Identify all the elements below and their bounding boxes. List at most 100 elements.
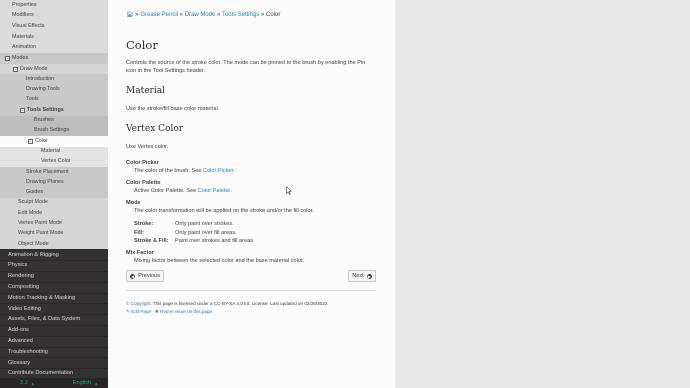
next-label: Next [352,273,364,279]
color-palette-link[interactable]: Color Palette [198,188,230,194]
material-description: Use the stroke/fill base color material. [126,106,220,112]
breadcrumb-separator: » [260,12,265,18]
sidebar-item-label: Troubleshooting [8,348,48,355]
color-picker-link[interactable]: Color Picker [203,168,233,174]
sidebar-item-label: Draw Mode [20,65,48,72]
sidebar-item-vertex-paint-mode[interactable]: Vertex Paint Mode [0,218,108,229]
section-heading-material: Material [126,86,165,96]
sidebar-item-label: Assets, Files, & Data System [8,316,81,323]
intro-paragraph: Controls the source of the stroke color.… [126,60,366,75]
sidebar-item-label: Video Editing [8,305,41,312]
sidebar-item-properties[interactable]: Properties [0,0,108,11]
sidebar-item-color[interactable]: − Color [0,136,108,147]
sidebar-item-drawing-planes[interactable]: Drawing Planes [0,177,108,188]
sidebar-item-troubleshooting[interactable]: Troubleshooting [0,346,108,358]
sidebar-item-label: Vertex Color [41,158,71,165]
sidebar-item-motion-tracking[interactable]: Motion Tracking & Masking [0,292,108,304]
sidebar-item-edit-mode[interactable]: Edit Mode [0,208,108,219]
sidebar-item-label: Add-ons [8,327,29,334]
sidebar-item-add-ons[interactable]: Add-ons [0,325,108,336]
sidebar-item-rendering[interactable]: Rendering [0,271,108,282]
sidebar-item-video-editing[interactable]: Video Editing [0,303,108,314]
sidebar-item-weight-paint-mode[interactable]: Weight Paint Mode [0,228,108,240]
sidebar-item-brushes[interactable]: Brushes [0,115,108,126]
sidebar-item-introduction[interactable]: Introduction [0,74,108,85]
footer-divider [126,290,376,291]
sidebar-item-label: Stroke Placement [26,168,69,175]
previous-label: Previous [138,273,160,279]
breadcrumb-link[interactable]: Draw Mode [185,12,216,18]
sidebar-item-label: Materials [12,33,34,40]
edit-icon: ✎ [126,309,130,314]
breadcrumb-link[interactable]: Tools Settings [222,12,259,18]
edit-page-link[interactable]: ✎ Edit Page [126,309,151,314]
sidebar-item-label: Brush Settings [34,127,70,134]
sidebar-item-label: Guides [26,189,44,196]
breadcrumb-separator: » [135,12,139,18]
mode-option-value: Paint over strokes and fill areas. [175,238,255,244]
arrow-right-icon: ▶ [366,273,372,279]
footer-links: ✎ Edit Page ✱ Report issue on this page [126,309,212,315]
sidebar-item-guides[interactable]: Guides [0,187,108,198]
sidebar-item-modifiers[interactable]: Modifiers [0,10,108,22]
language-selector[interactable]: English [73,380,91,386]
sidebar-item-physics[interactable]: Physics [0,260,108,271]
sidebar-item-materials[interactable]: Materials [0,32,108,43]
sidebar-item-draw-mode[interactable]: − Draw Mode [0,64,108,75]
sidebar-item-vertex-color[interactable]: Vertex Color [0,156,108,168]
sidebar-item-object-mode[interactable]: Object Mode [0,239,108,250]
collapse-toggle-icon[interactable]: − [20,107,25,113]
caret-up-icon[interactable]: ▲ [31,381,35,386]
sidebar-item-tools[interactable]: Tools [0,95,108,106]
definition-color-picker: The color of the brush. See Color Picker… [134,168,235,174]
sidebar-item-label: Material [41,147,61,154]
sidebar-item-advanced[interactable]: Advanced [0,335,108,347]
main-content: 🏠︎ » Grease Pencil » Draw Mode » Tools S… [108,0,395,388]
collapse-toggle-icon[interactable]: − [28,138,33,144]
sidebar-item-modes[interactable]: − Modes [0,53,108,65]
caret-up-icon[interactable]: ▲ [94,381,98,386]
sidebar-item-label: Contribute Documentation [8,370,73,377]
sidebar-item-label: Vertex Paint Mode [18,220,63,227]
sidebar-item-label: Glossary [8,359,31,366]
collapse-toggle-icon[interactable]: − [13,66,18,72]
sidebar-item-animation-rigging[interactable]: Animation & Rigging [0,249,108,260]
sidebar-item-drawing-tools[interactable]: Drawing Tools [0,84,108,96]
sidebar-item-visual-effects[interactable]: Visual Effects [0,21,108,33]
breadcrumb-current: Color [266,12,281,18]
collapse-toggle-icon[interactable]: − [5,56,10,62]
version-selector[interactable]: 3.2 [20,380,28,386]
term-color-picker: Color Picker [126,160,159,166]
sidebar-item-material[interactable]: Material [0,146,108,157]
sidebar-item-label: Brushes [34,117,54,124]
mode-option-key: Stroke: [134,221,154,227]
sidebar-item-label: Tools Settings [27,106,64,113]
sidebar-item-label: Visual Effects [12,23,45,30]
sidebar-item-label: Introduction [26,75,55,82]
sidebar-item-label: Animation [12,44,36,51]
vertex-color-description: Use Vertex color. [126,144,169,150]
sidebar-item-label: Drawing Tools [26,86,60,93]
sidebar-item-tools-settings[interactable]: − Tools Settings [0,105,108,116]
sidebar-item-animation[interactable]: Animation [0,42,108,54]
sidebar-item-assets-files[interactable]: Assets, Files, & Data System [0,314,108,325]
report-issue-link[interactable]: ✱ Report issue on this page [155,309,212,314]
mode-option-key: Fill: [134,230,144,236]
home-icon[interactable]: 🏠︎ [126,12,134,18]
term-color-palette: Color Palette [126,180,161,186]
sidebar-item-label: Modifiers [12,12,34,19]
mode-option-value: Only paint over fill areas. [175,230,237,236]
page-title: Color [126,38,158,52]
previous-button[interactable]: ◀ Previous [126,270,164,282]
sidebar-item-brush-settings[interactable]: Brush Settings [0,125,108,137]
breadcrumb-link[interactable]: Grease Pencil [140,12,178,18]
next-button[interactable]: Next ▶ [348,270,376,282]
arrow-left-icon: ◀ [130,273,136,279]
definition-mode: The color transformation will be applied… [134,208,314,214]
copyright-link[interactable]: © Copyright [126,301,150,306]
sidebar-item-label: Properties [12,1,37,8]
sidebar-item-glossary[interactable]: Glossary [0,357,108,368]
sidebar-item-compositing[interactable]: Compositing [0,281,108,293]
sidebar-item-sculpt-mode[interactable]: Sculpt Mode [0,197,108,209]
sidebar-item-stroke-placement[interactable]: Stroke Placement [0,167,108,178]
